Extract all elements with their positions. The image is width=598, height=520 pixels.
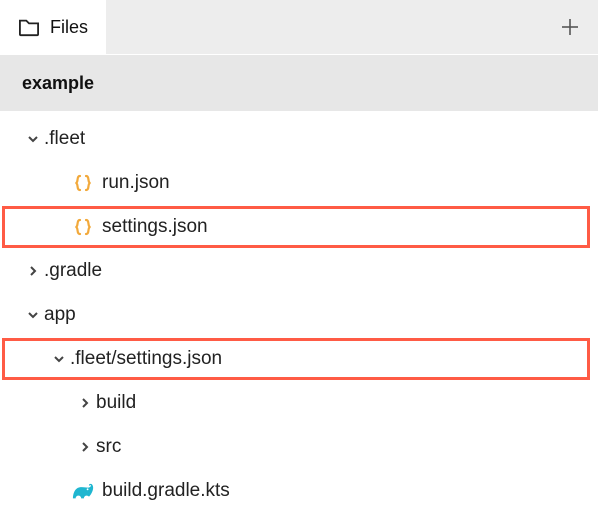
tree-folder-fleet[interactable]: .fleet [0, 117, 598, 161]
file-tree: .fleet run.json settings.json .gradle [0, 111, 598, 513]
project-root-label: example [22, 73, 94, 94]
tree-item-label: app [44, 304, 76, 326]
panel-header: Files [0, 0, 598, 55]
header-spacer [106, 0, 598, 54]
tree-item-label: settings.json [102, 216, 208, 238]
tree-item-label: src [96, 436, 121, 458]
tree-folder-build[interactable]: build [0, 381, 598, 425]
chevron-down-icon [22, 308, 44, 322]
tree-file-build-gradle-kts[interactable]: build.gradle.kts [0, 469, 598, 513]
tree-folder-gradle[interactable]: .gradle [0, 249, 598, 293]
gradle-icon [70, 482, 96, 500]
chevron-right-icon [74, 396, 96, 410]
json-icon [70, 217, 96, 237]
folder-icon [18, 17, 40, 37]
tree-item-label: build [96, 392, 136, 414]
tree-item-label: run.json [102, 172, 170, 194]
tree-file-run-json[interactable]: run.json [0, 161, 598, 205]
files-tab[interactable]: Files [0, 0, 106, 54]
chevron-down-icon [22, 132, 44, 146]
tree-item-label: .fleet [44, 128, 85, 150]
tree-folder-app-fleet-settings[interactable]: .fleet/settings.json [0, 337, 598, 381]
tree-item-label: .fleet/settings.json [70, 348, 222, 370]
tree-folder-app[interactable]: app [0, 293, 598, 337]
tree-file-settings-json[interactable]: settings.json [0, 205, 598, 249]
chevron-right-icon [22, 264, 44, 278]
chevron-down-icon [48, 352, 70, 366]
tree-folder-src[interactable]: src [0, 425, 598, 469]
chevron-right-icon [74, 440, 96, 454]
tree-item-label: .gradle [44, 260, 102, 282]
files-tab-label: Files [50, 17, 88, 38]
add-icon[interactable] [560, 17, 580, 37]
json-icon [70, 173, 96, 193]
project-root[interactable]: example [0, 55, 598, 111]
tree-item-label: build.gradle.kts [102, 480, 230, 502]
